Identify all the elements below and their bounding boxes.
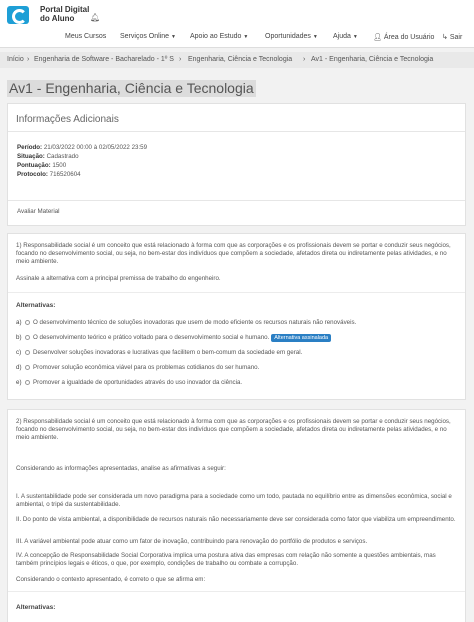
breadcrumb-curso[interactable]: Engenharia de Software - Bacharelado - 1… [34, 56, 174, 63]
avaliar-material-link[interactable]: Avaliar Material [17, 208, 60, 215]
chevron-down-icon: ▼ [170, 34, 176, 40]
notification-bell-icon[interactable]: 🔔︎ [90, 13, 100, 22]
divider [8, 591, 465, 592]
info-pontuacao: Pontuação: 1500 [17, 162, 67, 169]
nav-area-usuario[interactable]: 👤︎ Área do Usuário [373, 33, 434, 41]
nav-oportunidades[interactable]: Oportunidades ▼ [265, 33, 318, 40]
nav-servicos-online[interactable]: Serviços Online ▼ [120, 33, 176, 40]
question-2-text: 2) Responsabilidade social é um conceito… [16, 418, 451, 442]
chevron-right-icon: › [27, 56, 30, 63]
statement-4: IV. A concepção de Responsabilidade Soci… [16, 552, 436, 568]
portal-logo-icon[interactable] [7, 6, 29, 24]
logout-icon: ↳ [442, 34, 448, 41]
option-d[interactable]: d) Promover solução econômica viável para… [16, 364, 259, 371]
statement-2: II. Do ponto de vista ambiental, a dispo… [16, 516, 456, 523]
info-situacao: Situação: Cadastrado [17, 153, 79, 160]
alternatives-label: Alternativas: [16, 302, 56, 309]
statement-3: III. A variável ambiental pode atuar com… [16, 538, 368, 545]
breadcrumb: Início › Engenharia de Software - Bachar… [0, 52, 474, 68]
divider [8, 131, 465, 132]
top-bar: Portal Digital do Aluno 🔔︎ [0, 0, 474, 28]
breadcrumb-disciplina[interactable]: Engenharia, Ciência e Tecnologia [188, 56, 292, 63]
chevron-right-icon: › [179, 56, 182, 63]
question-1-text: 1) Responsabilidade social é um conceito… [16, 242, 451, 266]
option-a[interactable]: a) O desenvolvimento técnico de soluções … [16, 319, 356, 326]
brand-line-1: Portal Digital [40, 5, 90, 14]
chevron-right-icon: › [303, 56, 306, 63]
option-c[interactable]: c) Desenvolver soluções inovadoras e lucr… [16, 349, 302, 356]
user-icon: 👤︎ [373, 34, 382, 41]
option-e[interactable]: e) Promover a igualdade de oportunidades … [16, 379, 242, 386]
question-2-intro: Considerando as informações apresentadas… [16, 465, 226, 472]
radio-icon[interactable] [25, 334, 30, 340]
page-title-highlight: Av1 - Engenharia, Ciência e Tecnologia [7, 80, 256, 97]
radio-icon[interactable] [25, 319, 30, 325]
question-2-card: 2) Responsabilidade social é um conceito… [7, 409, 466, 622]
question-1-card: 1) Responsabilidade social é um conceito… [7, 233, 466, 400]
breadcrumb-inicio[interactable]: Início [7, 56, 24, 63]
radio-icon[interactable] [25, 364, 30, 370]
brand-title[interactable]: Portal Digital do Aluno [40, 5, 89, 23]
question-1-prompt: Assinale a alternativa com a principal p… [16, 275, 221, 282]
divider [8, 292, 465, 293]
main-nav: Meus Cursos Serviços Online ▼ Apoio ao E… [0, 28, 474, 48]
page-title: Av1 - Engenharia, Ciência e Tecnologia [9, 80, 254, 96]
nav-meus-cursos[interactable]: Meus Cursos [65, 33, 106, 40]
info-heading: Informações Adicionais [16, 114, 119, 125]
divider [8, 200, 465, 201]
info-card: Informações Adicionais Período: 21/03/20… [7, 103, 466, 226]
chevron-down-icon: ▼ [243, 34, 249, 40]
question-2-conclusion: Considerando o contexto apresentado, é c… [16, 576, 206, 583]
radio-icon[interactable] [25, 379, 30, 385]
breadcrumb-atual: Av1 - Engenharia, Ciência e Tecnologia [311, 56, 434, 63]
chevron-down-icon: ▼ [352, 34, 358, 40]
nav-sair[interactable]: ↳ Sair [442, 33, 462, 41]
brand-line-2: do Aluno [40, 14, 75, 23]
radio-icon[interactable] [25, 349, 30, 355]
nav-apoio-estudo[interactable]: Apoio ao Estudo ▼ [190, 33, 248, 40]
nav-ajuda[interactable]: Ajuda ▼ [333, 33, 358, 40]
selected-badge: Alternativa assinalada [271, 334, 332, 342]
chevron-down-icon: ▼ [312, 34, 318, 40]
option-b[interactable]: b) O desenvolvimento teórico e prático vo… [16, 334, 332, 342]
alternatives-label: Alternativas: [16, 604, 56, 611]
info-periodo: Período: 21/03/2022 00:00 à 02/05/2022 2… [17, 144, 148, 151]
info-protocolo: Protocolo: 716520604 [17, 171, 81, 178]
statement-1: I. A sustentabilidade pode ser considera… [16, 493, 452, 509]
